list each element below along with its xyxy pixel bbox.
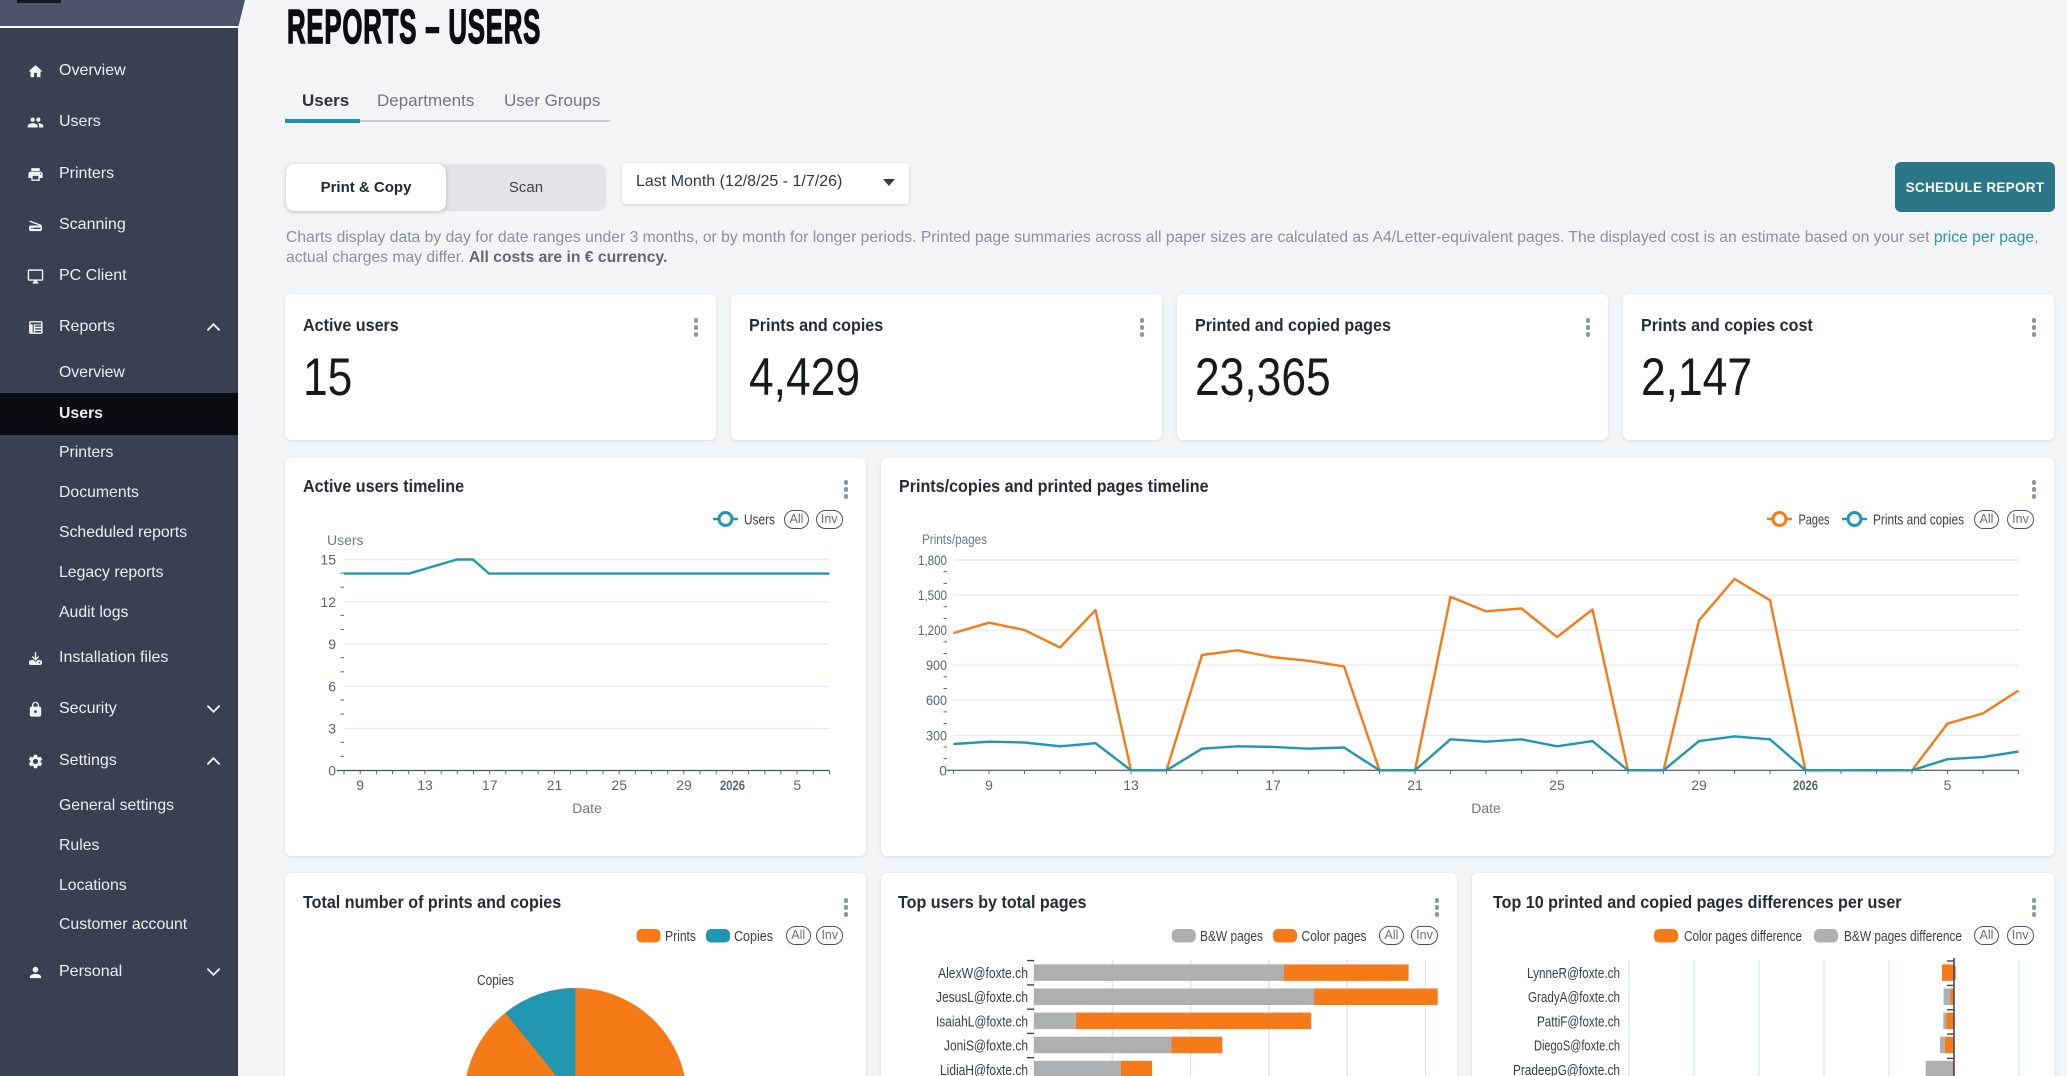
svg-text:Pages: Pages — [1799, 513, 1830, 529]
svg-text:GradyA@foxte.ch: GradyA@foxte.ch — [1528, 990, 1620, 1006]
svg-text:9: 9 — [985, 777, 993, 793]
svg-text:21: 21 — [547, 777, 563, 793]
svg-text:B&W pages: B&W pages — [1200, 929, 1263, 945]
svg-text:13: 13 — [1123, 777, 1139, 793]
svg-text:Color pages: Color pages — [1302, 929, 1367, 945]
svg-text:0: 0 — [328, 763, 336, 779]
svg-text:17: 17 — [1265, 777, 1281, 793]
svg-text:300: 300 — [926, 727, 947, 743]
svg-text:2026: 2026 — [1793, 777, 1818, 793]
svg-text:DiegoS@foxte.ch: DiegoS@foxte.ch — [1534, 1039, 1620, 1055]
svg-text:9: 9 — [328, 636, 336, 652]
svg-text:PattiF@foxte.ch: PattiF@foxte.ch — [1537, 1014, 1620, 1030]
svg-text:2026: 2026 — [720, 777, 745, 793]
svg-text:1,200: 1,200 — [918, 622, 947, 638]
svg-text:Date: Date — [1471, 800, 1501, 816]
svg-text:25: 25 — [611, 777, 627, 793]
svg-text:Prints: Prints — [665, 929, 696, 945]
svg-text:1,500: 1,500 — [918, 587, 947, 603]
svg-text:LidiaH@foxte.ch: LidiaH@foxte.ch — [940, 1063, 1028, 1076]
svg-text:Users: Users — [327, 532, 364, 548]
svg-text:29: 29 — [676, 777, 692, 793]
svg-text:LynneR@foxte.ch: LynneR@foxte.ch — [1527, 966, 1620, 982]
svg-text:Date: Date — [572, 800, 602, 816]
svg-text:5: 5 — [793, 777, 801, 793]
svg-text:21: 21 — [1407, 777, 1423, 793]
svg-text:1,800: 1,800 — [918, 552, 947, 568]
svg-text:JesusL@foxte.ch: JesusL@foxte.ch — [936, 990, 1028, 1006]
svg-text:12: 12 — [320, 594, 336, 610]
svg-text:B&W pages difference: B&W pages difference — [1844, 929, 1962, 945]
svg-text:15: 15 — [320, 552, 336, 568]
svg-text:3: 3 — [328, 721, 336, 737]
svg-text:29: 29 — [1691, 777, 1707, 793]
svg-text:5: 5 — [1944, 777, 1952, 793]
svg-text:0: 0 — [939, 762, 947, 778]
svg-text:Users: Users — [744, 513, 775, 529]
svg-text:Copies: Copies — [734, 929, 773, 945]
svg-text:Copies: Copies — [477, 973, 514, 989]
svg-text:6: 6 — [328, 678, 336, 694]
svg-text:900: 900 — [926, 657, 947, 673]
svg-text:9: 9 — [356, 777, 364, 793]
svg-text:25: 25 — [1549, 777, 1565, 793]
svg-text:Color pages difference: Color pages difference — [1684, 929, 1802, 945]
svg-text:JoniS@foxte.ch: JoniS@foxte.ch — [944, 1039, 1028, 1055]
svg-text:Prints and copies: Prints and copies — [1873, 513, 1964, 529]
svg-text:Prints/pages: Prints/pages — [922, 531, 987, 547]
svg-text:AlexW@foxte.ch: AlexW@foxte.ch — [938, 966, 1028, 982]
svg-text:600: 600 — [926, 692, 947, 708]
svg-text:17: 17 — [482, 777, 498, 793]
svg-text:IsaiahL@foxte.ch: IsaiahL@foxte.ch — [936, 1014, 1028, 1030]
svg-text:13: 13 — [417, 777, 433, 793]
svg-text:PradeepG@foxte.ch: PradeepG@foxte.ch — [1513, 1063, 1620, 1076]
